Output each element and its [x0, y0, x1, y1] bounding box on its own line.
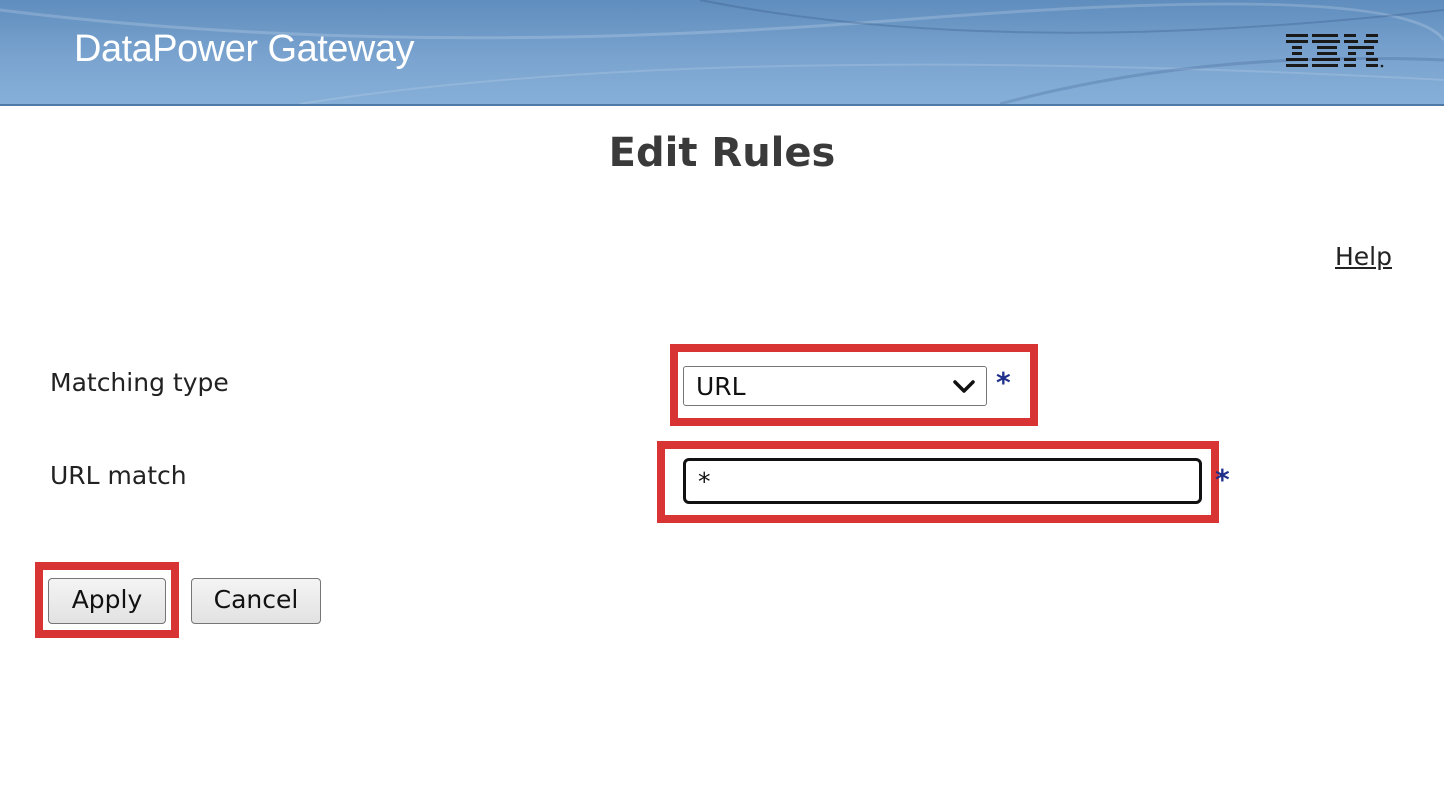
url-match-value: * [698, 467, 711, 496]
cancel-button[interactable]: Cancel [191, 578, 321, 624]
required-indicator: * [1215, 463, 1230, 496]
apply-button[interactable]: Apply [48, 578, 166, 624]
help-link[interactable]: Help [1335, 242, 1392, 271]
url-match-input[interactable]: * [683, 458, 1202, 504]
page-title: Edit Rules [608, 130, 836, 176]
chevron-down-icon [953, 380, 975, 393]
matching-type-value: URL [696, 372, 746, 401]
url-match-label: URL match [50, 461, 187, 490]
ibm-logo [1286, 34, 1384, 68]
header-banner: DataPower Gateway [0, 0, 1444, 106]
matching-type-select[interactable]: URL [683, 366, 987, 406]
matching-type-label: Matching type [50, 368, 229, 397]
required-indicator: * [996, 366, 1011, 399]
app-title: DataPower Gateway [74, 28, 415, 70]
